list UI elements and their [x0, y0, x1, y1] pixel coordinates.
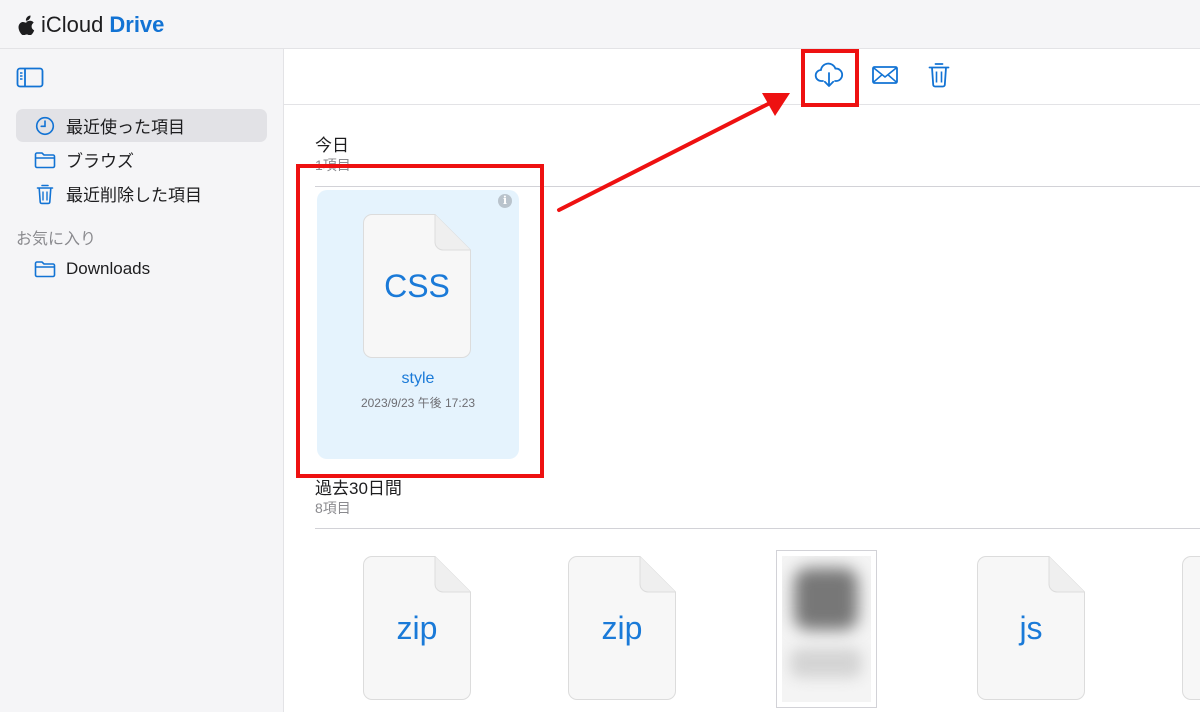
folder-icon [34, 149, 56, 171]
brand-drive: Drive [109, 12, 165, 37]
favorites-heading: お気に入り [16, 231, 97, 248]
toolbar [284, 49, 1200, 105]
mail-icon [871, 64, 899, 91]
file-extension: js [1019, 610, 1043, 646]
sidebar-item-label: 最近使った項目 [66, 118, 185, 137]
apple-logo-icon [18, 15, 35, 35]
file-item-js[interactable]: js [977, 556, 1085, 700]
file-item-zip[interactable]: zip [568, 556, 676, 700]
file-item-zip[interactable]: zip [363, 556, 471, 700]
sidebar-item-downloads[interactable]: Downloads [16, 252, 267, 285]
sidebar-item-label: 最近削除した項目 [66, 186, 202, 205]
app-logo[interactable]: iCloud Drive [18, 12, 164, 38]
mail-button[interactable] [869, 61, 901, 93]
sidebar-item-label: ブラウズ [66, 152, 134, 171]
sidebar: 最近使った項目 ブラウズ 最近削除した項目 お気に入り Downloads [0, 49, 284, 712]
trash-icon [34, 183, 56, 205]
annotation-box-download [801, 49, 859, 107]
section-title-today: 今日 [315, 136, 349, 155]
brand-icloud: iCloud [41, 12, 104, 37]
sidebar-item-browse[interactable]: ブラウズ [16, 143, 267, 176]
sidebar-item-recently-deleted[interactable]: 最近削除した項目 [16, 177, 267, 210]
blurred-image [782, 556, 871, 702]
top-bar: iCloud Drive [0, 0, 1200, 49]
trash-icon [928, 61, 950, 94]
sidebar-item-recents[interactable]: 最近使った項目 [16, 109, 267, 142]
file-extension: zip [396, 610, 438, 646]
folder-icon [34, 258, 56, 280]
file-extension: zip [601, 610, 643, 646]
file-item-partial[interactable] [1182, 556, 1200, 700]
section-divider [315, 528, 1200, 529]
section-count-past-30-days: 8項目 [315, 500, 351, 516]
annotation-box-file [296, 164, 544, 478]
file-item-image-thumbnail[interactable] [776, 550, 877, 708]
delete-button[interactable] [923, 61, 955, 93]
clock-icon [34, 115, 56, 137]
sidebar-item-label: Downloads [66, 258, 151, 278]
sidebar-toggle-icon[interactable] [16, 65, 44, 89]
